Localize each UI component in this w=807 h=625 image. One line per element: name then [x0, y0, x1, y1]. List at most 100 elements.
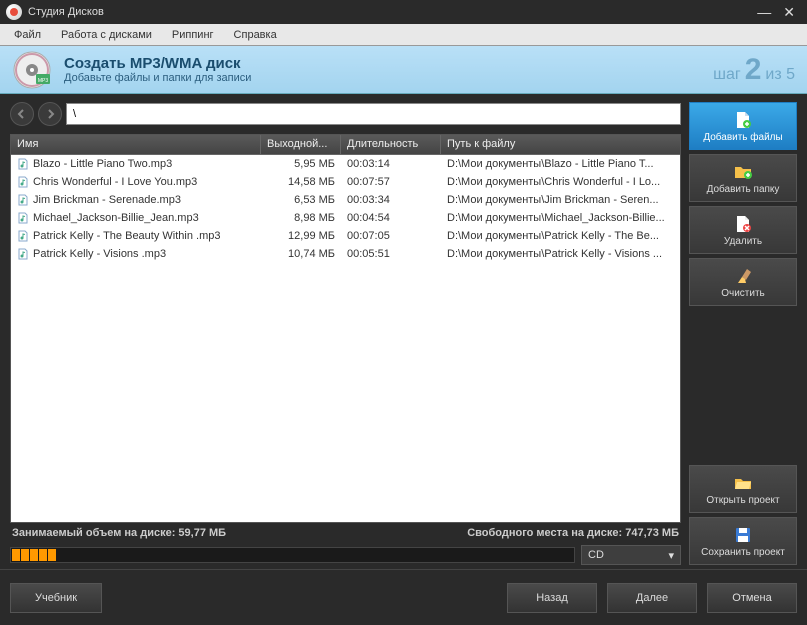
left-column: Имя Выходной... Длительность Путь к файл… — [10, 102, 681, 565]
meter-segment — [30, 549, 38, 561]
step-of: из 5 — [765, 66, 795, 84]
menu-disks[interactable]: Работа с дисками — [53, 27, 160, 43]
sidebar: Добавить файлы Добавить папку Удалить Оч… — [689, 102, 797, 565]
page-subtitle: Добавьте файлы и папки для записи — [64, 72, 251, 84]
open-project-label: Открыть проект — [706, 495, 779, 506]
file-path: D:\Мои документы\Patrick Kelly - Visions… — [441, 248, 680, 260]
menu-ripping[interactable]: Риппинг — [164, 27, 222, 43]
minimize-button[interactable]: — — [757, 4, 771, 21]
table-row[interactable]: Patrick Kelly - Visions .mp3 10,74 МБ00:0… — [11, 245, 680, 263]
file-path: D:\Мои документы\Chris Wonderful - I Lo.… — [441, 176, 680, 188]
col-size[interactable]: Выходной... — [261, 135, 341, 154]
delete-button[interactable]: Удалить — [689, 206, 797, 254]
add-folder-button[interactable]: Добавить папку — [689, 154, 797, 202]
file-size: 14,58 МБ — [261, 176, 341, 188]
broom-icon — [733, 266, 753, 286]
file-size: 6,53 МБ — [261, 194, 341, 206]
file-path: D:\Мои документы\Jim Brickman - Seren... — [441, 194, 680, 206]
content: Имя Выходной... Длительность Путь к файл… — [0, 94, 807, 569]
arrow-right-icon — [44, 108, 56, 120]
window-controls: — ✕ — [757, 4, 801, 21]
file-path: D:\Мои документы\Blazo - Little Piano T.… — [441, 158, 680, 170]
file-name: Patrick Kelly - Visions .mp3 — [33, 248, 166, 260]
delete-label: Удалить — [724, 236, 762, 247]
titlebar: Студия Дисков — ✕ — [0, 0, 807, 24]
col-path[interactable]: Путь к файлу — [441, 135, 680, 154]
col-name[interactable]: Имя — [11, 135, 261, 154]
clear-label: Очистить — [721, 288, 765, 299]
music-file-icon — [17, 248, 29, 260]
header-texts: Создать MP3/WMA диск Добавьте файлы и па… — [64, 55, 251, 84]
drive-selected: CD — [588, 549, 604, 561]
step-prefix: шаг — [713, 66, 741, 84]
meter-segment — [48, 549, 56, 561]
folder-open-icon — [733, 473, 753, 493]
table-row[interactable]: Blazo - Little Piano Two.mp3 5,95 МБ00:03… — [11, 155, 680, 173]
svg-text:MP3: MP3 — [38, 78, 49, 84]
nav-row — [10, 102, 681, 126]
add-folder-label: Добавить папку — [707, 184, 780, 195]
path-input[interactable] — [66, 103, 681, 125]
file-size: 12,99 МБ — [261, 230, 341, 242]
file-size: 10,74 МБ — [261, 248, 341, 260]
table-row[interactable]: Jim Brickman - Serenade.mp36,53 МБ00:03:… — [11, 191, 680, 209]
wizard-header: MP3 Создать MP3/WMA диск Добавьте файлы … — [0, 46, 807, 94]
page-title: Создать MP3/WMA диск — [64, 55, 251, 72]
menubar: Файл Работа с дисками Риппинг Справка — [0, 24, 807, 46]
file-name: Blazo - Little Piano Two.mp3 — [33, 158, 172, 170]
col-duration[interactable]: Длительность — [341, 135, 441, 154]
file-name: Michael_Jackson-Billie_Jean.mp3 — [33, 212, 199, 224]
file-table: Имя Выходной... Длительность Путь к файл… — [10, 134, 681, 523]
table-row[interactable]: Chris Wonderful - I Love You.mp314,58 МБ… — [11, 173, 680, 191]
save-project-label: Сохранить проект — [701, 547, 785, 558]
status-bar: Занимаемый объем на диске: 59,77 МБ Своб… — [10, 523, 681, 543]
save-icon — [733, 525, 753, 545]
arrow-left-icon — [16, 108, 28, 120]
music-file-icon — [17, 194, 29, 206]
menu-file[interactable]: Файл — [6, 27, 49, 43]
step-number: 2 — [745, 53, 762, 87]
nav-forward-button[interactable] — [38, 102, 62, 126]
save-project-button[interactable]: Сохранить проект — [689, 517, 797, 565]
chevron-down-icon: ▾ — [668, 549, 674, 562]
close-button[interactable]: ✕ — [783, 4, 795, 21]
app-icon — [6, 4, 22, 20]
file-delete-icon — [733, 214, 753, 234]
table-row[interactable]: Michael_Jackson-Billie_Jean.mp3 8,98 МБ00… — [11, 209, 680, 227]
capacity-meter-row: CD ▾ — [10, 543, 681, 565]
music-file-icon — [17, 176, 29, 188]
tutorial-button[interactable]: Учебник — [10, 583, 102, 613]
drive-select[interactable]: CD ▾ — [581, 545, 681, 565]
table-header: Имя Выходной... Длительность Путь к файл… — [11, 135, 680, 155]
music-file-icon — [17, 212, 29, 224]
file-path: D:\Мои документы\Michael_Jackson-Billie.… — [441, 212, 680, 224]
file-duration: 00:04:54 — [341, 212, 441, 224]
add-files-button[interactable]: Добавить файлы — [689, 102, 797, 150]
meter-segment — [12, 549, 20, 561]
menu-help[interactable]: Справка — [226, 27, 285, 43]
status-free: Свободного места на диске: 747,73 МБ — [467, 527, 679, 539]
file-duration: 00:07:57 — [341, 176, 441, 188]
meter-segment — [39, 549, 47, 561]
file-duration: 00:05:51 — [341, 248, 441, 260]
disc-icon: MP3 — [12, 50, 52, 90]
folder-add-icon — [733, 162, 753, 182]
file-size: 8,98 МБ — [261, 212, 341, 224]
status-used: Занимаемый объем на диске: 59,77 МБ — [12, 527, 226, 539]
file-duration: 00:03:14 — [341, 158, 441, 170]
footer: Учебник Назад Далее Отмена — [0, 569, 807, 625]
step-indicator: шаг 2 из 5 — [713, 53, 795, 87]
next-button[interactable]: Далее — [607, 583, 697, 613]
open-project-button[interactable]: Открыть проект — [689, 465, 797, 513]
file-size: 5,95 МБ — [261, 158, 341, 170]
table-row[interactable]: Patrick Kelly - The Beauty Within .mp312… — [11, 227, 680, 245]
nav-back-button[interactable] — [10, 102, 34, 126]
back-button[interactable]: Назад — [507, 583, 597, 613]
cancel-button[interactable]: Отмена — [707, 583, 797, 613]
table-body: Blazo - Little Piano Two.mp35,95 МБ00:03… — [11, 155, 680, 522]
meter-segment — [21, 549, 29, 561]
file-duration: 00:03:34 — [341, 194, 441, 206]
music-file-icon — [17, 158, 29, 170]
clear-button[interactable]: Очистить — [689, 258, 797, 306]
file-duration: 00:07:05 — [341, 230, 441, 242]
